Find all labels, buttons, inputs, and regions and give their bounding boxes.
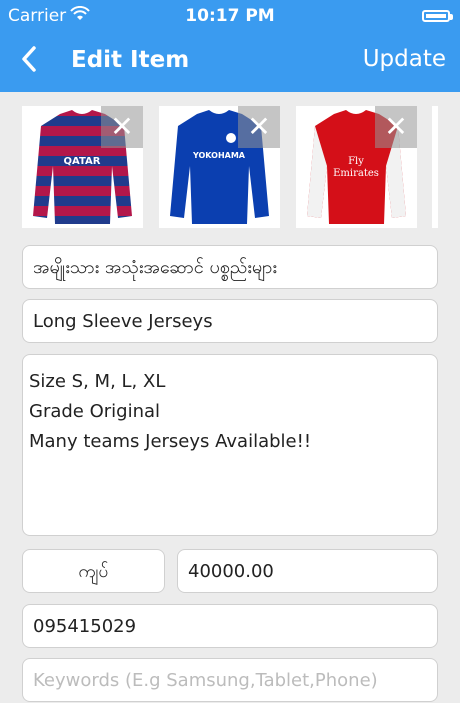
remove-photo-button[interactable]: ✕ — [101, 106, 143, 148]
photo-strip: QATAR ✕ YOKOHAMA ✕ Fly Emirates ✕ — [0, 106, 460, 228]
category-field[interactable]: အမျိုးသား အသုံးအဆောင် ပစ္စည်းများ — [22, 245, 438, 289]
photo-thumbnail-arsenal[interactable]: Fly Emirates ✕ — [296, 106, 417, 228]
keywords-field[interactable]: Keywords (E.g Samsung,Tablet,Phone) — [22, 658, 438, 702]
svg-text:YOKOHAMA: YOKOHAMA — [192, 151, 246, 160]
currency-button[interactable]: ကျပ် — [22, 549, 165, 593]
remove-photo-button[interactable]: ✕ — [375, 106, 417, 148]
page-title: Edit Item — [71, 47, 190, 73]
svg-text:Emirates: Emirates — [333, 168, 379, 179]
navigation-bar: Carrier 10:17 PM Edit Item Update — [0, 0, 460, 92]
description-field[interactable]: Size S, M, L, XL Grade Original Many tea… — [22, 354, 438, 536]
item-name-field[interactable]: Long Sleeve Jerseys — [22, 299, 438, 343]
status-bar: Carrier 10:17 PM — [0, 0, 460, 32]
remove-photo-button[interactable]: ✕ — [238, 106, 280, 148]
battery-icon — [422, 10, 453, 22]
next-photo-edge — [432, 106, 438, 228]
photo-thumbnail-chelsea[interactable]: YOKOHAMA ✕ — [159, 106, 280, 228]
svg-text:QATAR: QATAR — [64, 156, 101, 167]
phone-field[interactable]: 095415029 — [22, 604, 438, 648]
back-chevron-icon[interactable] — [18, 42, 38, 85]
photo-thumbnail-barcelona[interactable]: QATAR ✕ — [22, 106, 143, 228]
svg-text:Fly: Fly — [348, 156, 364, 167]
update-button[interactable]: Update — [363, 46, 446, 72]
clock: 10:17 PM — [185, 6, 275, 26]
price-field[interactable]: 40000.00 — [177, 549, 438, 593]
